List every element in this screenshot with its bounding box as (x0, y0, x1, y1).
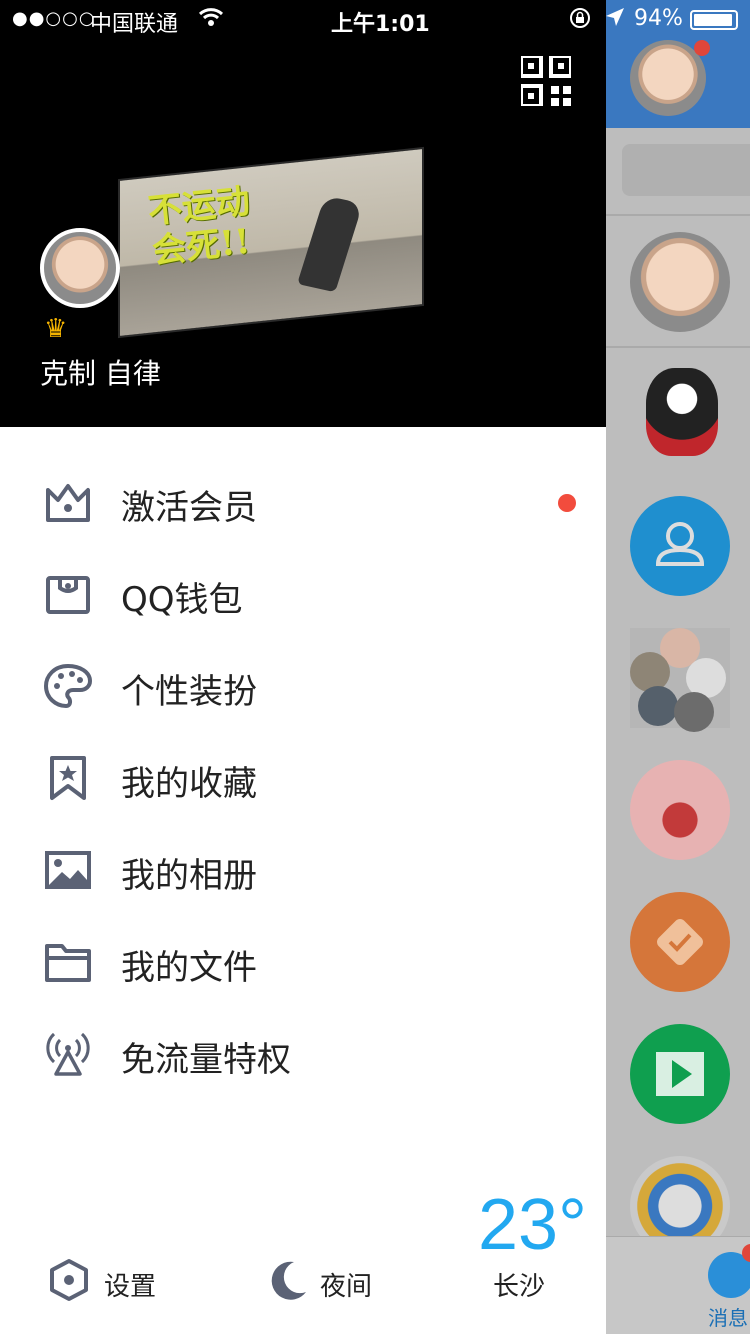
night-mode-label: 夜间 (320, 1272, 373, 1302)
runner-figure (297, 195, 363, 293)
wallet-icon (46, 576, 90, 614)
status-time: 上午1:01 (331, 12, 430, 37)
folder-icon (45, 944, 91, 982)
menu-item-label: 我的文件 (121, 948, 257, 988)
qr-code-icon[interactable] (521, 56, 571, 106)
status-bar: ●●○○○ 中国联通 上午1:01 94% (0, 0, 750, 40)
menu-item-label: 个性装扮 (121, 672, 257, 712)
message-tab-label[interactable]: 消息 (708, 1302, 748, 1331)
play-logo-icon (656, 1052, 704, 1096)
side-drawer: 不运动 会死!! ♛ 克制 自律 激活会员 QQ钱包 个性装扮 我的收藏 我的相… (0, 0, 606, 1334)
broadcast-tower-icon (46, 1032, 90, 1076)
menu-item-label: 激活会员 (121, 488, 257, 528)
menu-item-label: 我的相册 (121, 856, 257, 896)
menu-item-label: 我的收藏 (121, 764, 257, 804)
settings-hexagon-icon (50, 1259, 88, 1301)
menu-item-personalize[interactable]: 个性装扮 (0, 644, 606, 736)
background-contact-avatar[interactable] (630, 232, 730, 332)
profile-nickname[interactable]: 克制 自律 (40, 352, 161, 392)
settings-button[interactable]: 设置 (48, 1256, 188, 1304)
background-search-bar[interactable] (622, 144, 750, 196)
profile-header[interactable]: 不运动 会死!! ♛ 克制 自律 (0, 0, 606, 427)
photo-icon (45, 851, 91, 889)
vip-notification-dot (558, 494, 576, 512)
menu-item-free-data[interactable]: 免流量特权 (0, 1012, 606, 1104)
moon-icon (271, 1261, 306, 1300)
menu-item-files[interactable]: 我的文件 (0, 920, 606, 1012)
location-arrow-icon (606, 8, 624, 26)
rotation-lock-icon (570, 8, 590, 28)
signal-strength: ●●○○○ (12, 8, 96, 29)
battery-percentage: 94% (634, 6, 683, 31)
background-divider (606, 346, 750, 348)
background-group-icon[interactable] (630, 496, 730, 596)
background-heart-avatar[interactable] (630, 760, 730, 860)
menu-item-favorites[interactable]: 我的收藏 (0, 736, 606, 828)
crown-icon: ♛ (44, 314, 68, 344)
crown-outline-icon (46, 484, 90, 522)
banner-slogan: 不运动 会死!! (146, 181, 252, 272)
menu-item-activate-vip[interactable]: 激活会员 (0, 460, 606, 552)
profile-avatar[interactable] (40, 228, 120, 308)
battery-icon (690, 10, 738, 30)
menu-item-album[interactable]: 我的相册 (0, 828, 606, 920)
settings-label: 设置 (104, 1272, 157, 1302)
wifi-icon (198, 8, 224, 26)
background-conversation-list[interactable]: 消息 (606, 0, 750, 1334)
weather-temperature[interactable]: 23° (478, 1184, 587, 1266)
background-group-avatars[interactable] (630, 628, 730, 732)
menu-item-label: QQ钱包 (121, 580, 243, 620)
night-mode-button[interactable]: 夜间 (268, 1256, 408, 1304)
people-icon (655, 522, 705, 566)
carrier-name: 中国联通 (90, 12, 179, 37)
background-avatar-badge (694, 40, 710, 56)
menu-item-label: 免流量特权 (121, 1040, 291, 1080)
background-qq-penguin-avatar[interactable] (646, 368, 718, 456)
weather-city[interactable]: 长沙 (493, 1266, 545, 1303)
bookmark-star-icon (50, 756, 86, 800)
background-divider (606, 214, 750, 216)
menu-item-qq-wallet[interactable]: QQ钱包 (0, 552, 606, 644)
palette-icon (44, 663, 92, 709)
background-orange-badge-icon[interactable] (630, 892, 730, 992)
background-green-app-icon[interactable] (630, 1024, 730, 1124)
check-badge-icon (657, 919, 703, 965)
